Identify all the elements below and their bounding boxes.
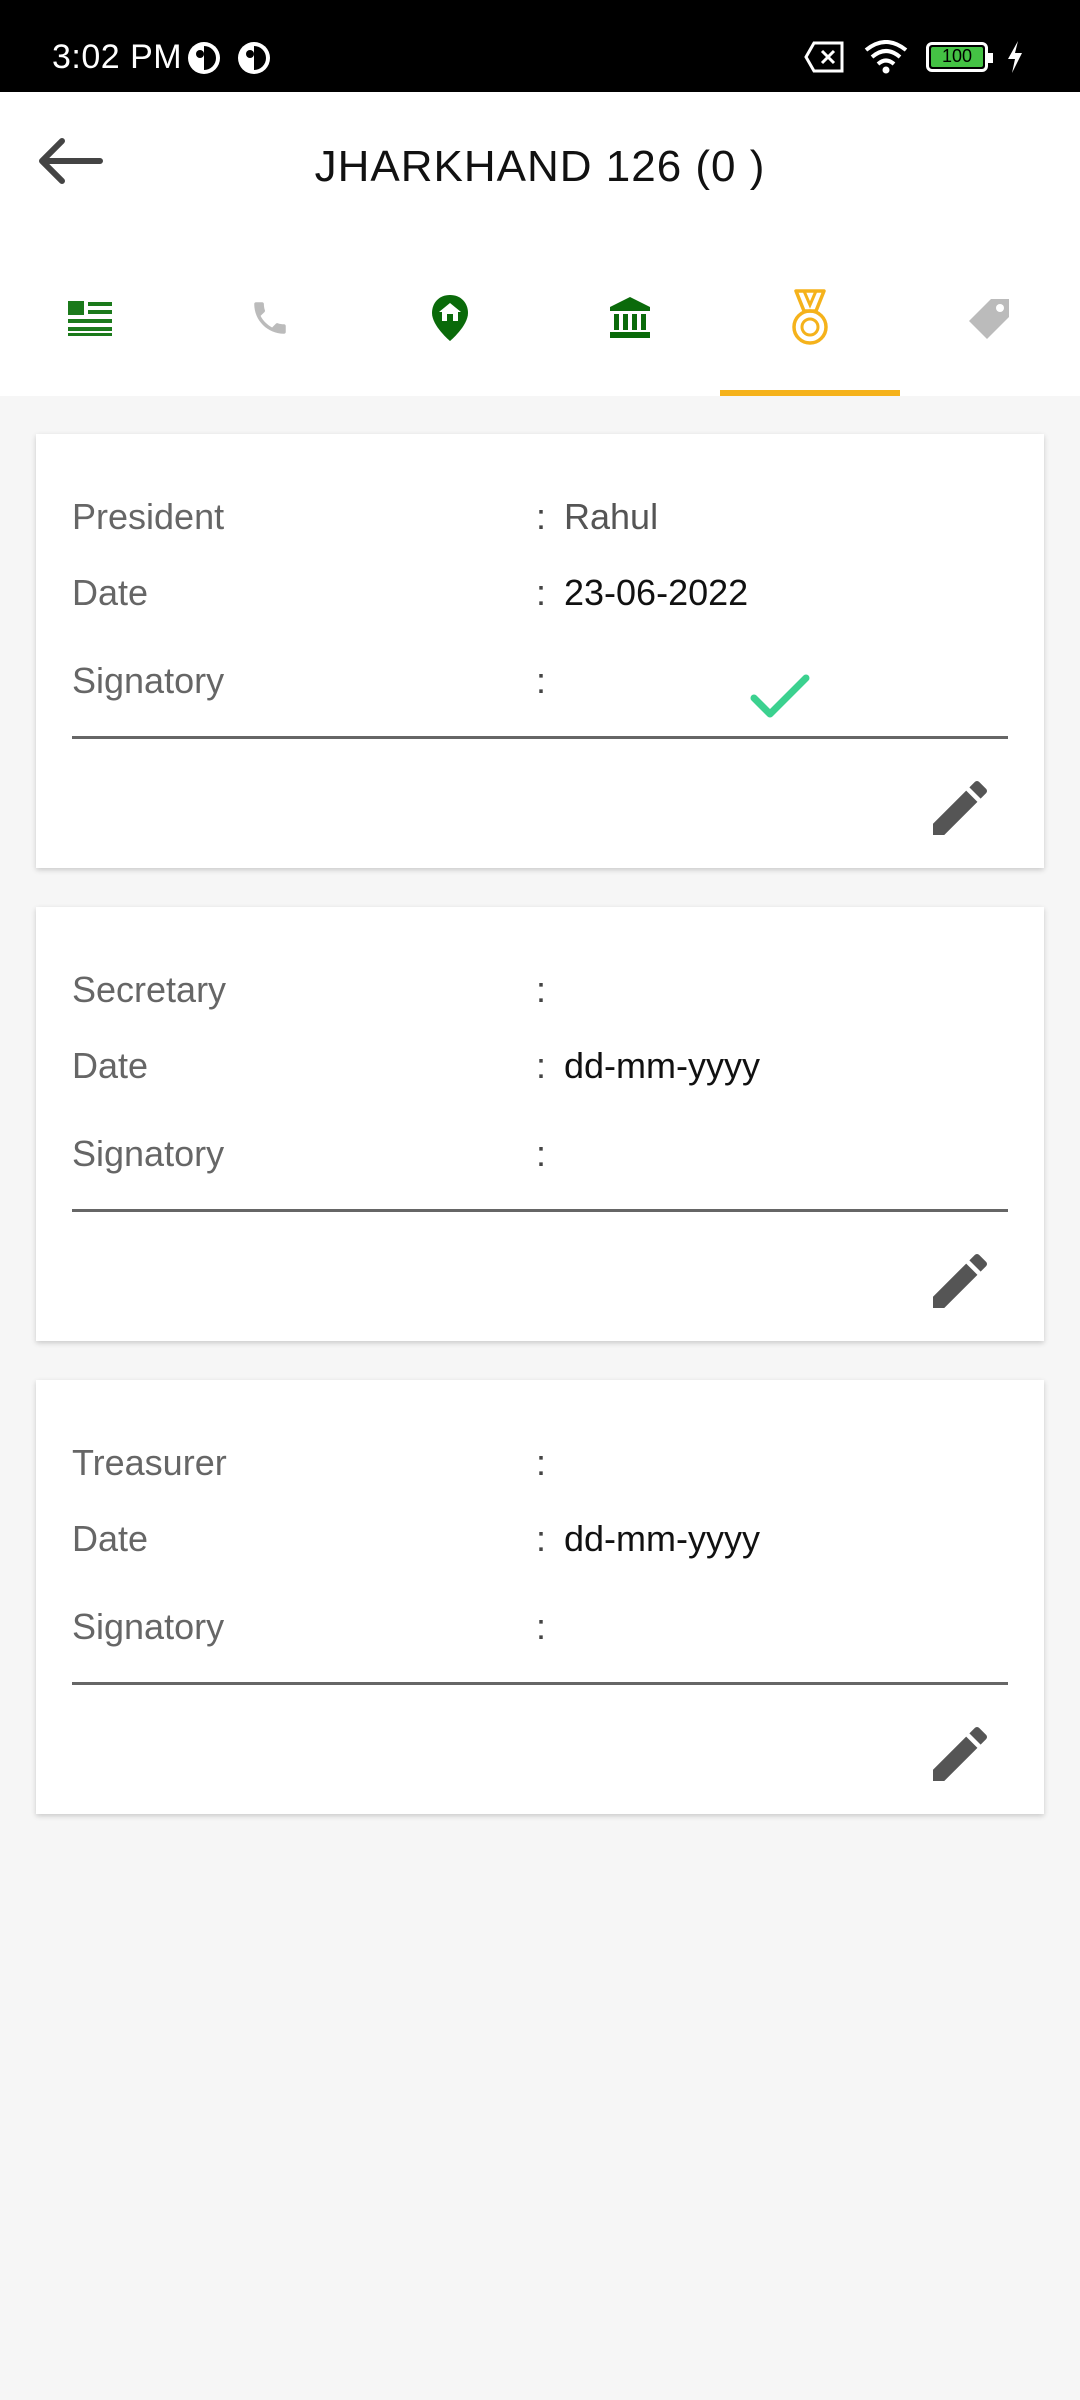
date-label: Date [72,1518,149,1559]
status-notification-icons [186,40,272,76]
colon: : [536,1442,547,1483]
divider [72,1682,1008,1685]
role-label: President [72,496,225,537]
office-bearer-card-secretary: Secretary : Date : dd-mm-yyyy Signatory … [36,907,1044,1341]
edit-button[interactable] [924,1245,996,1317]
role-label: Secretary [72,969,227,1010]
app-notification-icon [188,42,220,74]
signatory-label: Signatory [72,1606,225,1647]
list-icon [68,301,112,336]
pencil-icon [933,1253,988,1308]
date-value: dd-mm-yyyy [564,1518,760,1559]
tab-details[interactable] [0,240,180,396]
bank-icon [610,297,650,338]
edit-button[interactable] [924,772,996,844]
office-bearer-card-president: President : Rahul Date : 23-06-2022 Sign… [36,434,1044,868]
no-sim-icon [804,41,844,73]
colon: : [536,1045,547,1086]
tab-tags[interactable] [900,240,1080,396]
colon: : [536,572,547,613]
divider [72,736,1008,739]
date-value: 23-06-2022 [564,572,749,613]
role-value: Rahul [564,496,659,537]
colon: : [536,1518,547,1559]
tab-address[interactable] [360,240,540,396]
app-notification-icon [238,42,270,74]
office-bearer-card-treasurer: Treasurer : Date : dd-mm-yyyy Signatory … [36,1380,1044,1814]
role-label: Treasurer [72,1442,227,1483]
signatory-label: Signatory [72,1133,225,1174]
tab-bank[interactable] [540,240,720,396]
colon: : [536,496,547,537]
colon: : [536,1606,547,1647]
app-bar: JHARKHAND 126 (0 ) [0,92,1080,240]
date-label: Date [72,572,149,613]
date-value: dd-mm-yyyy [564,1045,760,1086]
page-title: JHARKHAND 126 (0 ) [314,142,766,191]
colon: : [536,660,547,701]
date-label: Date [72,1045,149,1086]
colon: : [536,969,547,1010]
tab-bar [0,240,1080,396]
wifi-icon [864,40,908,74]
edit-button[interactable] [924,1718,996,1790]
battery-level: 100 [941,46,973,66]
battery-icon: 100 [926,42,993,72]
charging-icon [1008,41,1022,73]
tag-icon [969,299,1009,339]
home-pin-icon [432,295,468,341]
status-time: 3:02 PM [52,38,183,76]
status-system-icons: 100 [804,40,1024,74]
colon: : [536,1133,547,1174]
signatory-label: Signatory [72,660,225,701]
pencil-icon [933,780,988,835]
tab-contact[interactable] [180,240,360,396]
tab-office-bearers[interactable] [720,240,900,396]
check-icon [750,674,810,718]
divider [72,1209,1008,1212]
pencil-icon [933,1726,988,1781]
phone-icon [254,302,286,334]
status-bar: 3:02 PM 100 [0,0,1080,92]
medal-icon [792,289,828,345]
